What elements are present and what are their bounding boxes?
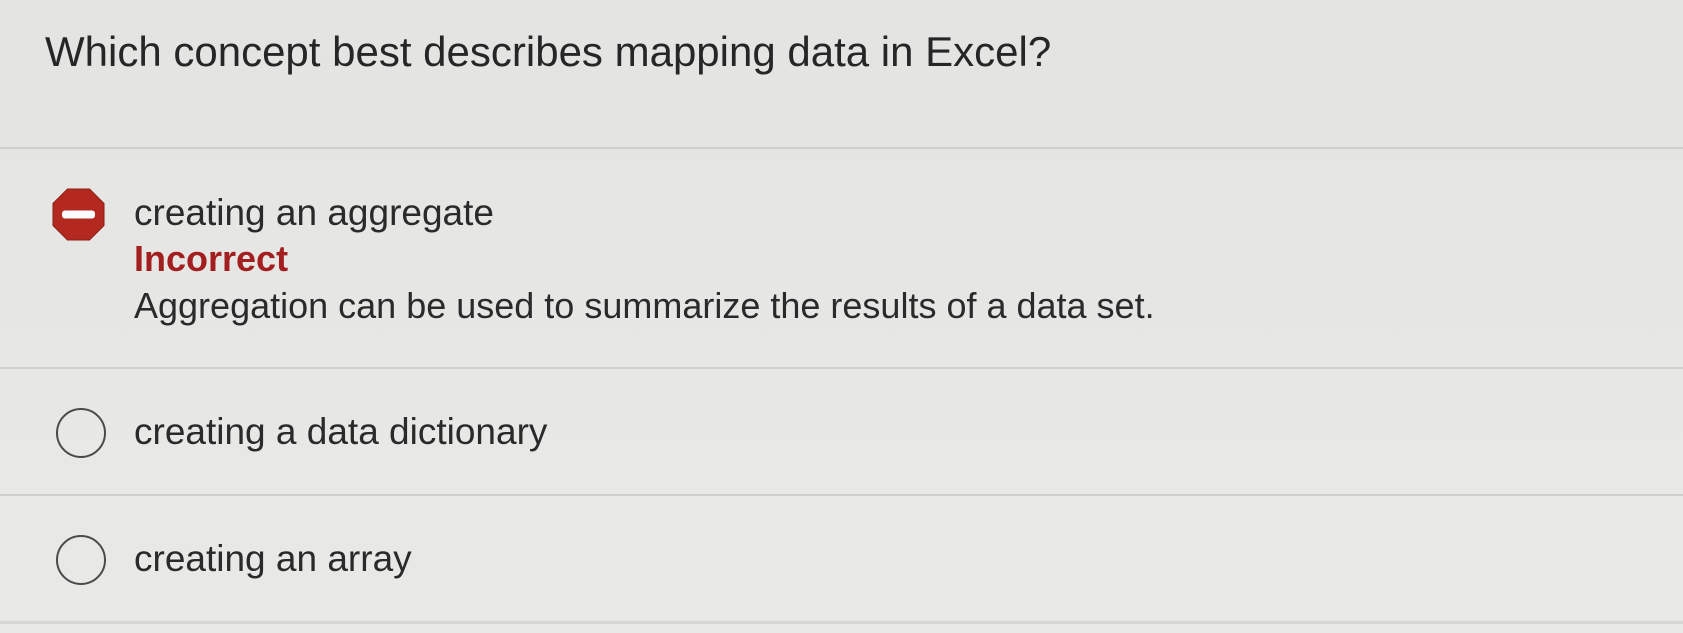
option-label: creating an aggregate (134, 192, 494, 233)
divider (0, 147, 1683, 149)
divider (0, 494, 1683, 496)
option-label: creating an array (134, 538, 412, 579)
feedback-text: Aggregation can be used to summarize the… (134, 285, 1155, 326)
answer-option-1[interactable]: creating an aggregate Incorrect Aggregat… (0, 180, 1683, 360)
question-title: Which concept best describes mapping dat… (45, 28, 1052, 75)
feedback-status: Incorrect (134, 238, 289, 279)
answer-option-2[interactable]: creating a data dictionary (0, 400, 1683, 470)
radio-button[interactable] (56, 535, 106, 585)
divider (0, 367, 1683, 369)
answer-option-3[interactable]: creating an array (0, 528, 1683, 598)
divider (0, 621, 1683, 624)
option-label: creating a data dictionary (134, 411, 548, 452)
no-entry-icon (52, 188, 105, 241)
radio-button[interactable] (56, 408, 106, 458)
